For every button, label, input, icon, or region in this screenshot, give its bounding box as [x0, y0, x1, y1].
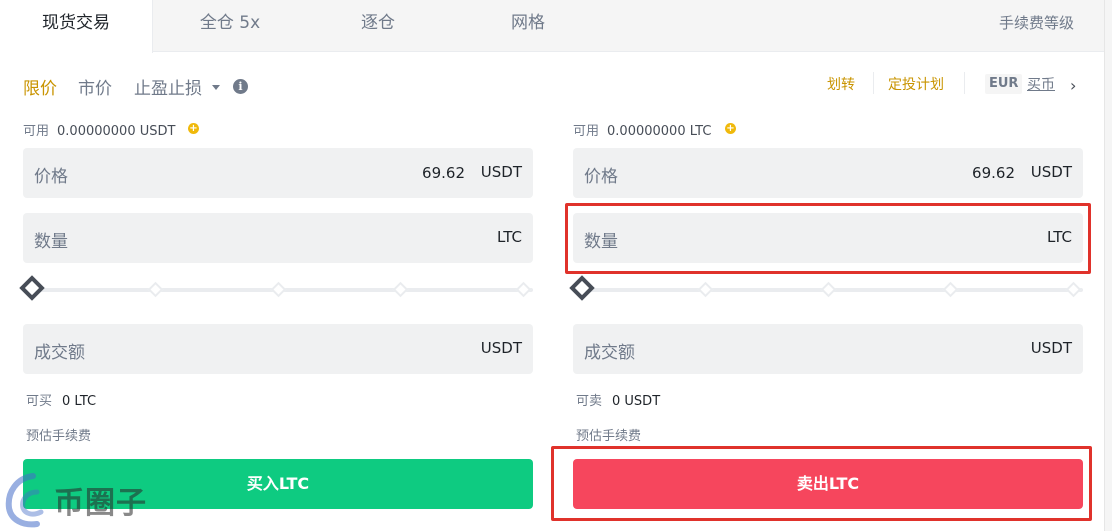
slider-thumb[interactable] [19, 275, 45, 301]
transfer-link[interactable]: 划转 [827, 74, 855, 94]
add-funds-icon[interactable]: + [188, 123, 199, 134]
price-label: 价格 [584, 167, 618, 187]
total-unit: USDT [1030, 339, 1072, 357]
watermark-logo-icon [5, 473, 44, 528]
total-label: 成交额 [34, 343, 85, 363]
slider-step-75[interactable] [392, 281, 409, 298]
fee-level-link[interactable]: 手续费等级 [999, 0, 1074, 52]
max-buy-value: 0 LTC [62, 394, 97, 409]
buy-total-input[interactable]: 成交额 USDT [23, 324, 533, 374]
total-unit: USDT [480, 339, 522, 357]
sell-available-balance: 可用 0.00000000 LTC [573, 120, 711, 139]
slider-step-100[interactable] [1065, 281, 1082, 298]
sell-price-input[interactable]: 价格 69.62 USDT [573, 148, 1083, 198]
trade-mode-tabbar: 现货交易 全仓 5x 逐仓 网格 手续费等级 [0, 0, 1104, 53]
info-icon[interactable]: i [233, 79, 248, 94]
sell-estimated-fee: 预估手续费 [576, 429, 642, 444]
max-sell-label: 可卖 [576, 394, 603, 409]
order-type-market[interactable]: 市价 [78, 74, 112, 99]
chevron-down-icon[interactable] [212, 85, 220, 90]
sell-amount-slider[interactable] [569, 275, 1083, 301]
order-type-limit[interactable]: 限价 [23, 74, 57, 99]
recurring-plan-link[interactable]: 定投计划 [888, 74, 944, 94]
available-label: 可用 [23, 124, 50, 139]
tab-spot[interactable]: 现货交易 [0, 0, 153, 53]
available-value: 0.00000000 LTC [607, 124, 712, 139]
tab-grid[interactable]: 网格 [490, 0, 566, 52]
divider [964, 72, 965, 94]
total-label: 成交额 [584, 343, 635, 363]
slider-step-50[interactable] [270, 281, 287, 298]
tab-isolated-margin[interactable]: 逐仓 [340, 0, 416, 52]
slider-step-25[interactable] [147, 281, 164, 298]
highlight-box-sell [551, 446, 1092, 521]
slider-step-75[interactable] [942, 281, 959, 298]
add-funds-icon[interactable]: + [725, 123, 736, 134]
amount-unit: LTC [496, 228, 522, 246]
price-value[interactable]: 69.62 [422, 164, 465, 182]
order-type-stop-limit[interactable]: 止盈止损 [134, 74, 202, 99]
buy-amount-slider[interactable] [19, 275, 533, 301]
amount-label: 数量 [34, 232, 68, 252]
sell-total-input[interactable]: 成交额 USDT [573, 324, 1083, 374]
buy-amount-input[interactable]: 数量 LTC [23, 213, 533, 263]
scroll-edge [1104, 0, 1112, 531]
watermark-text: 币圈子 [54, 486, 147, 521]
available-value: 0.00000000 USDT [57, 124, 176, 139]
price-unit: USDT [480, 163, 522, 181]
buy-crypto-link[interactable]: 买币 [1027, 74, 1055, 94]
max-sell-value: 0 USDT [612, 394, 661, 409]
max-sell: 可卖 0 USDT [576, 390, 660, 409]
buy-price-input[interactable]: 价格 69.62 USDT [23, 148, 533, 198]
available-label: 可用 [573, 124, 600, 139]
currency-badge[interactable]: EUR [985, 74, 1023, 94]
slider-step-50[interactable] [820, 281, 837, 298]
price-unit: USDT [1030, 163, 1072, 181]
max-buy: 可买 0 LTC [26, 390, 96, 409]
buy-estimated-fee: 预估手续费 [26, 429, 92, 444]
slider-step-25[interactable] [697, 281, 714, 298]
price-value[interactable]: 69.62 [972, 164, 1015, 182]
highlight-box-amount [565, 203, 1091, 274]
tab-cross-margin[interactable]: 全仓 5x [175, 0, 285, 52]
divider [873, 72, 874, 94]
max-buy-label: 可买 [26, 394, 53, 409]
chevron-right-icon[interactable]: › [1070, 76, 1076, 95]
slider-step-100[interactable] [515, 281, 532, 298]
buy-available-balance: 可用 0.00000000 USDT [23, 120, 175, 139]
slider-thumb[interactable] [569, 275, 595, 301]
price-label: 价格 [34, 167, 68, 187]
